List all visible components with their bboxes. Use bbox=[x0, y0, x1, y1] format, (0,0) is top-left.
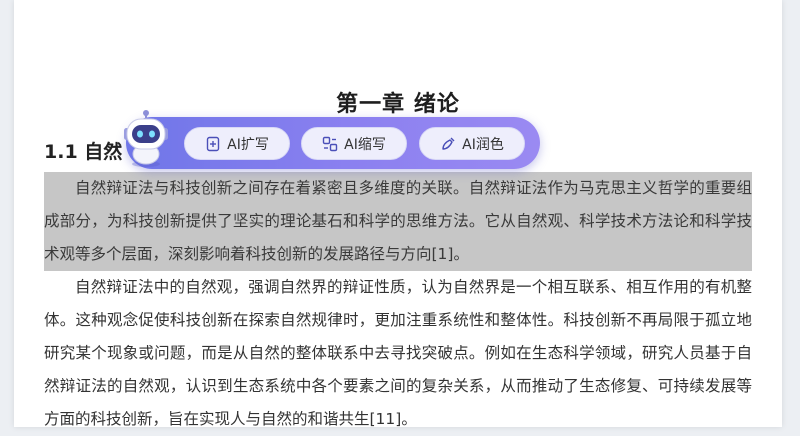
section-heading: 1.1 自然 bbox=[44, 141, 123, 163]
ai-polish-button[interactable]: AI润色 bbox=[419, 127, 525, 160]
ai-robot-icon[interactable] bbox=[114, 106, 178, 170]
document-page: 第一章 绪论 1.1 自然 自然辩证法与科技创新之间存在着紧密且多维度的关联。自… bbox=[14, 0, 782, 428]
ai-polish-label: AI润色 bbox=[462, 136, 504, 153]
ai-shrink-label: AI缩写 bbox=[344, 136, 386, 153]
polish-icon bbox=[440, 136, 456, 152]
ai-expand-button[interactable]: AI扩写 bbox=[184, 127, 290, 160]
document-body[interactable]: 自然辩证法与科技创新之间存在着紧密且多维度的关联。自然辩证法作为马克思主义哲学的… bbox=[44, 172, 752, 436]
ai-shrink-button[interactable]: AI缩写 bbox=[301, 127, 407, 160]
expand-icon bbox=[205, 136, 221, 152]
shrink-icon bbox=[322, 136, 338, 152]
selected-paragraph[interactable]: 自然辩证法与科技创新之间存在着紧密且多维度的关联。自然辩证法作为马克思主义哲学的… bbox=[44, 172, 752, 271]
ai-expand-label: AI扩写 bbox=[227, 136, 269, 153]
paragraph[interactable]: 自然辩证法中的自然观，强调自然界的辩证性质，认为自然界是一个相互联系、相互作用的… bbox=[44, 271, 752, 436]
